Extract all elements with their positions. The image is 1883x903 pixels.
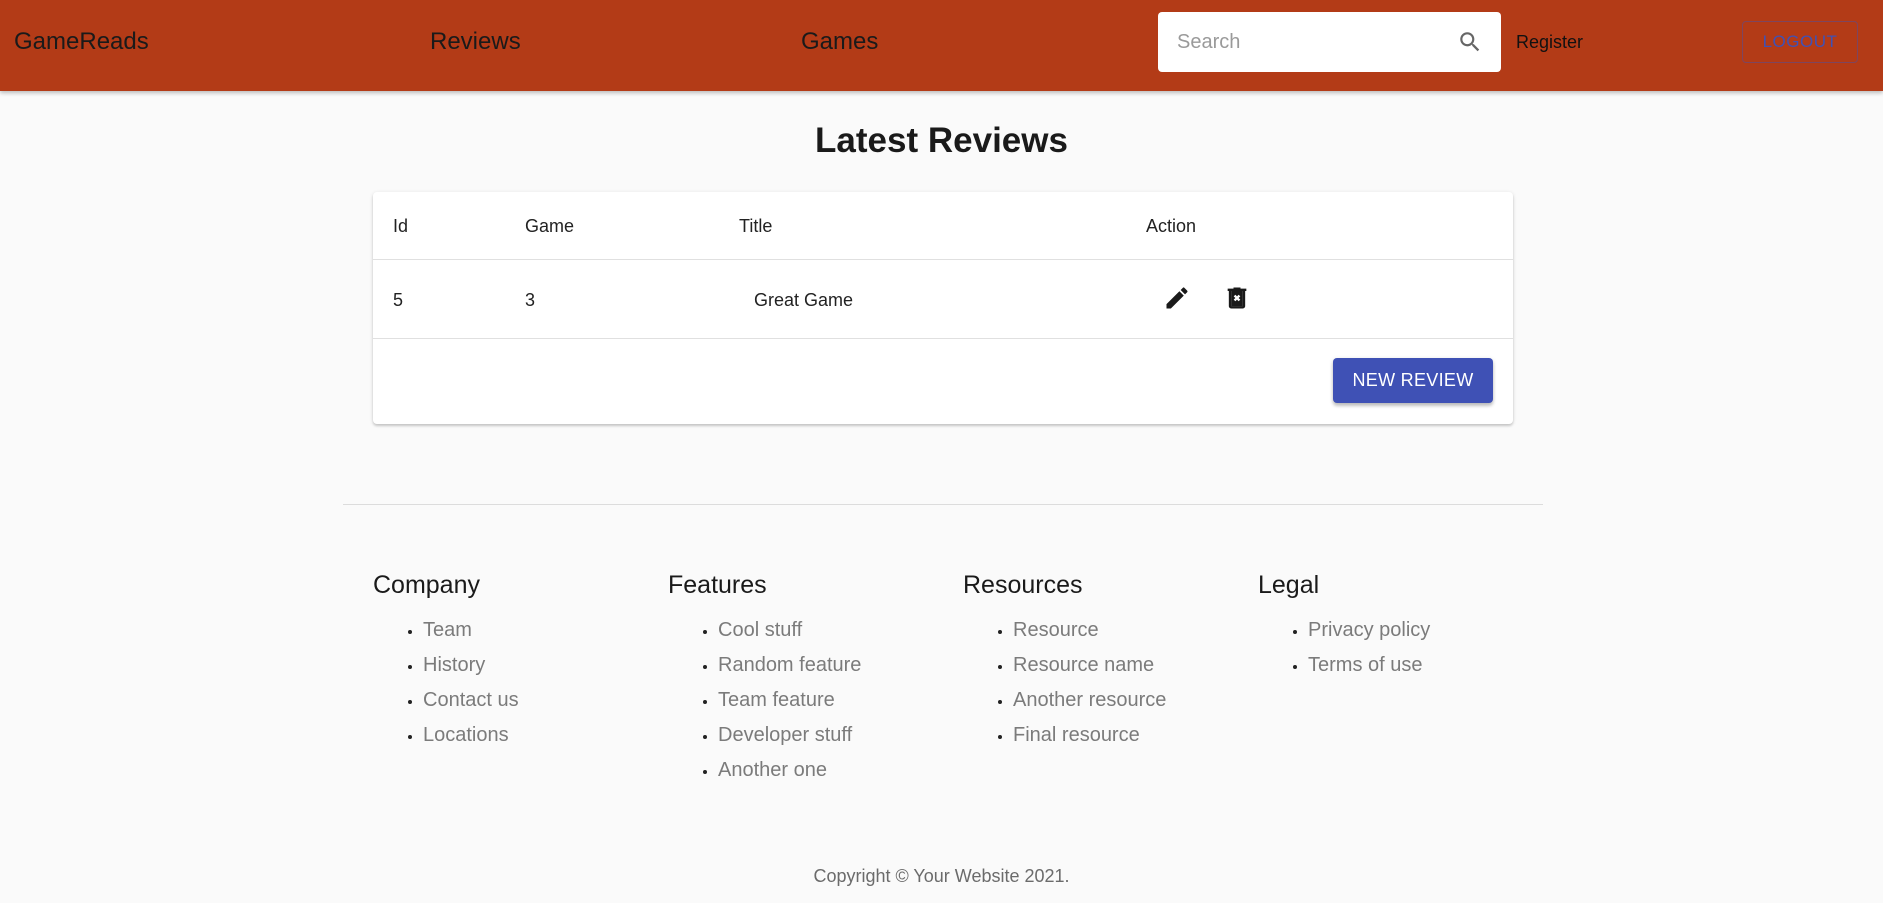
brand-link[interactable]: GameReads — [14, 28, 149, 56]
delete-button[interactable] — [1215, 276, 1259, 320]
footer-column-resources: Resources Resource Resource name Another… — [963, 570, 1166, 753]
footer-column-features: Features Cool stuff Random feature Team … — [668, 570, 861, 788]
nav-games-link[interactable]: Games — [801, 28, 878, 56]
edit-button[interactable] — [1155, 276, 1199, 320]
footer-list-item: Another resource — [1013, 683, 1166, 718]
cell-title: Great Game — [754, 290, 854, 310]
footer-list-item: Privacy policy — [1308, 613, 1430, 648]
app-bar: GameReads Reviews Games Register LOGOUT — [0, 0, 1883, 91]
footer-list-item: Developer stuff — [718, 718, 861, 753]
footer-link-cool-stuff[interactable]: Cool stuff — [718, 619, 802, 641]
footer-column-legal: Legal Privacy policy Terms of use — [1258, 570, 1430, 683]
footer-list-item: Contact us — [423, 683, 519, 718]
footer-link-terms-of-use[interactable]: Terms of use — [1308, 654, 1422, 676]
footer-link-team-feature[interactable]: Team feature — [718, 689, 835, 711]
footer-heading: Company — [373, 571, 480, 599]
footer-list-item: Resource name — [1013, 648, 1166, 683]
footer-list-item: Another one — [718, 753, 861, 788]
search-icon[interactable] — [1457, 29, 1483, 55]
footer-list-item: Locations — [423, 718, 519, 753]
footer-link-resource[interactable]: Resource — [1013, 619, 1099, 641]
footer-link-developer-stuff[interactable]: Developer stuff — [718, 724, 852, 746]
footer-column-company: Company Team History Contact us Location… — [373, 570, 519, 753]
footer-list-item: Cool stuff — [718, 613, 861, 648]
footer-link-final-resource[interactable]: Final resource — [1013, 724, 1140, 746]
cell-game: 3 — [525, 290, 536, 310]
copyright-text: Copyright © Your Website 2021. — [813, 866, 1070, 886]
footer-heading: Resources — [963, 571, 1083, 599]
footer-list-item: Random feature — [718, 648, 861, 683]
new-review-button[interactable]: NEW REVIEW — [1333, 358, 1493, 403]
footer-link-another-one[interactable]: Another one — [718, 759, 827, 781]
footer-link-random-feature[interactable]: Random feature — [718, 654, 861, 676]
footer-list-item: Final resource — [1013, 718, 1166, 753]
footer-heading: Features — [668, 571, 767, 599]
footer-link-team[interactable]: Team — [423, 619, 472, 641]
footer-link-contact-us[interactable]: Contact us — [423, 689, 519, 711]
reviews-table: Id Game Title Action 5 3 Great Game NEW … — [373, 192, 1513, 424]
footer-link-resource-name[interactable]: Resource name — [1013, 654, 1154, 676]
edit-icon — [1166, 287, 1188, 309]
footer-link-privacy-policy[interactable]: Privacy policy — [1308, 619, 1430, 641]
column-header-action: Action — [1146, 216, 1197, 236]
column-header-title: Title — [739, 216, 773, 236]
page-title: Latest Reviews — [815, 121, 1068, 160]
footer-list-item: History — [423, 648, 519, 683]
search-input[interactable] — [1177, 22, 1447, 62]
footer-link-history[interactable]: History — [423, 654, 485, 676]
delete-icon — [1227, 287, 1247, 309]
footer-list-item: Team feature — [718, 683, 861, 718]
footer-list-item: Resource — [1013, 613, 1166, 648]
search-box — [1158, 12, 1501, 72]
register-link[interactable]: Register — [1516, 32, 1583, 52]
footer-list-item: Terms of use — [1308, 648, 1430, 683]
footer-link-another-resource[interactable]: Another resource — [1013, 689, 1166, 711]
logout-button[interactable]: LOGOUT — [1742, 21, 1858, 63]
nav-reviews-link[interactable]: Reviews — [430, 28, 521, 56]
table-header: Id Game Title Action — [373, 192, 1513, 260]
column-header-id: Id — [393, 216, 409, 236]
footer-divider — [343, 504, 1543, 505]
footer-list-item: Team — [423, 613, 519, 648]
cell-id: 5 — [393, 290, 404, 310]
column-header-game: Game — [525, 216, 575, 236]
footer-heading: Legal — [1258, 571, 1320, 599]
table-row: 5 3 Great Game — [373, 260, 1513, 339]
footer-link-locations[interactable]: Locations — [423, 724, 509, 746]
